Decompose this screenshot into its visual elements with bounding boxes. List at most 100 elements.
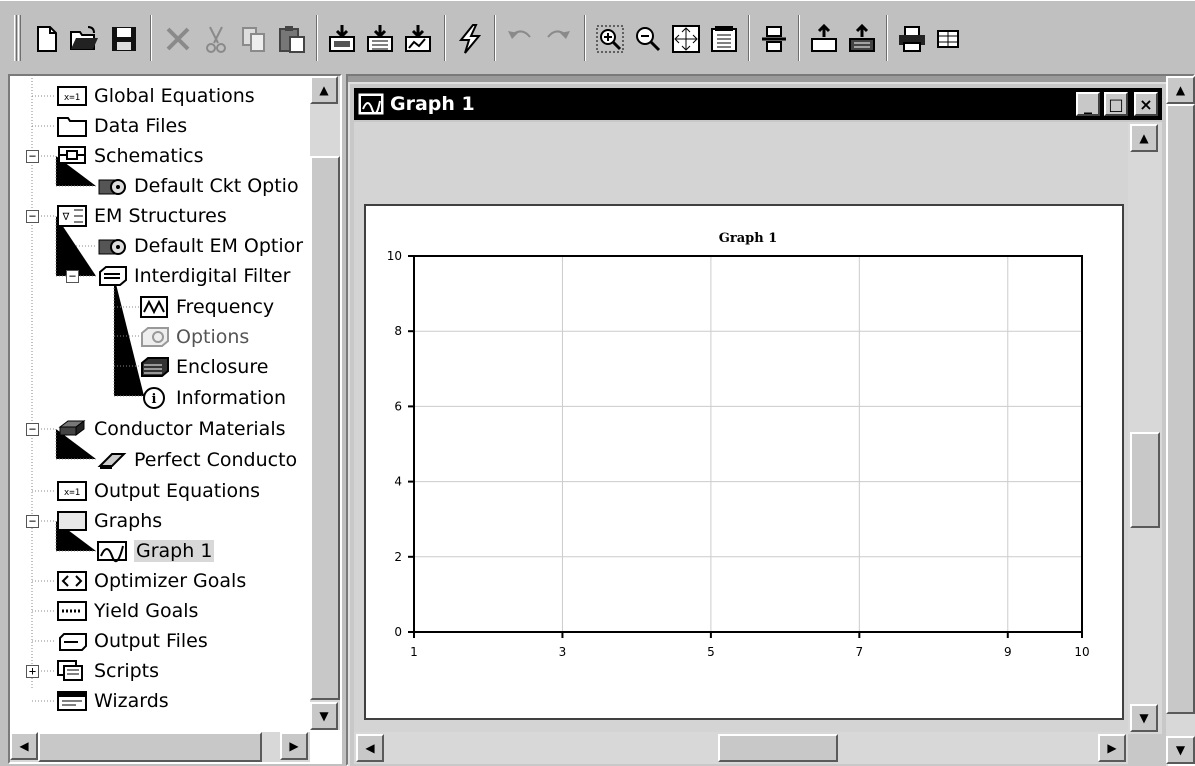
scroll-down-button[interactable]: ▼ (1130, 704, 1158, 732)
print-icon[interactable] (894, 21, 930, 57)
tree-item-graphs[interactable]: Graphs (56, 507, 162, 535)
tree-item-em-structures[interactable]: ∇ EM Structures (56, 202, 227, 230)
maximize-button[interactable]: □ (1104, 92, 1128, 116)
y-tick-label: 2 (394, 550, 402, 564)
open-icon[interactable] (66, 21, 102, 57)
scroll-up-button[interactable]: ▲ (1130, 124, 1158, 152)
graph-chart[interactable]: Graph 1 1 3 5 7 9 10 0 2 4 6 8 10 (366, 206, 1122, 718)
tree-item-data-files[interactable]: Data Files (56, 112, 187, 140)
em-structure-icon: ∇ (56, 204, 88, 228)
graph-horizontal-scrollbar[interactable]: ◀ ▶ (354, 732, 1128, 764)
tree-item-options[interactable]: Options (138, 323, 249, 351)
tree-item-graph-1[interactable]: Graph 1 (96, 537, 215, 565)
properties-icon[interactable] (706, 21, 742, 57)
layout-icon[interactable] (756, 21, 792, 57)
import-icon[interactable] (806, 21, 842, 57)
y-tick-label: 6 (394, 399, 402, 413)
zoom-area-icon[interactable] (592, 21, 628, 57)
tree-item-global-equations[interactable]: x=1 Global Equations (56, 82, 255, 110)
tree-item-conductor-materials[interactable]: Conductor Materials (56, 415, 286, 443)
tree-item-wizards[interactable]: Wizards (56, 687, 169, 715)
graph-window[interactable]: Graph 1 _ □ × Graph 1 1 3 5 7 9 10 0 2 4 6 8 10 ▲ ▼ … (348, 82, 1168, 766)
equations-icon: x=1 (56, 479, 88, 503)
tree-vertical-scrollbar[interactable]: ▲ ▼ (310, 76, 340, 730)
add-graph-icon[interactable] (400, 21, 436, 57)
x-tick-label: 7 (856, 645, 864, 659)
save-icon[interactable] (106, 21, 142, 57)
tree-item-enclosure[interactable]: Enclosure (138, 353, 268, 381)
scroll-thumb[interactable] (38, 732, 262, 762)
scroll-down-button[interactable]: ▼ (310, 702, 338, 730)
scroll-up-button[interactable]: ▲ (310, 76, 338, 104)
delete-icon[interactable] (160, 21, 196, 57)
toolbar-separator (748, 15, 750, 61)
info-icon: i (138, 386, 170, 410)
toolbar-separator (444, 15, 446, 61)
paste-icon[interactable] (274, 21, 310, 57)
svg-text:x=1: x=1 (64, 488, 80, 498)
toolbar-grip-2 (18, 15, 21, 61)
scroll-thumb[interactable] (1166, 104, 1195, 714)
scroll-thumb[interactable] (310, 156, 340, 700)
graph-window-icon (358, 93, 384, 115)
y-tick-label: 0 (394, 625, 402, 639)
tree-item-output-files[interactable]: Output Files (56, 627, 208, 655)
tree-item-information[interactable]: i Information (138, 384, 286, 412)
tree-item-output-equations[interactable]: x=1 Output Equations (56, 477, 260, 505)
window-titlebar[interactable]: Graph 1 _ □ × (354, 88, 1162, 120)
analyze-icon[interactable] (452, 21, 488, 57)
scroll-thumb[interactable] (718, 734, 838, 762)
new-icon[interactable] (28, 21, 64, 57)
zoom-out-icon[interactable] (630, 21, 666, 57)
redo-icon[interactable] (540, 21, 576, 57)
scroll-thumb[interactable] (1130, 432, 1160, 528)
workspace-vertical-scrollbar[interactable]: ▲ ▼ (1166, 76, 1195, 764)
chart-title: Graph 1 (719, 231, 778, 246)
scroll-up-button[interactable]: ▲ (1166, 76, 1195, 104)
graph-vertical-scrollbar[interactable]: ▲ ▼ (1128, 122, 1162, 734)
collapse-graphs[interactable]: − (26, 515, 39, 528)
graph-plot-frame[interactable]: Graph 1 1 3 5 7 9 10 0 2 4 6 8 10 (364, 204, 1124, 720)
project-tree[interactable]: − − − − − + x=1 Global Equations Data Fi… (8, 74, 342, 764)
view-all-icon[interactable] (668, 21, 704, 57)
minimize-button[interactable]: _ (1076, 92, 1100, 116)
export-icon[interactable] (844, 21, 880, 57)
tree-item-interdigital-filter[interactable]: Interdigital Filter (96, 262, 290, 290)
copy-icon[interactable] (236, 21, 272, 57)
cut-icon[interactable] (198, 21, 234, 57)
x-tick-label: 5 (707, 645, 715, 659)
undo-icon[interactable] (502, 21, 538, 57)
scroll-right-button[interactable]: ▶ (1098, 734, 1126, 762)
add-schematic-icon[interactable] (324, 21, 360, 57)
tree-item-scripts[interactable]: Scripts (56, 657, 159, 685)
x-tick-label: 1 (410, 645, 418, 659)
scroll-right-button[interactable]: ▶ (280, 732, 308, 760)
collapse-interdigital-filter[interactable]: − (66, 270, 79, 283)
expand-scripts[interactable]: + (26, 665, 39, 678)
tree-item-yield-goals[interactable]: Yield Goals (56, 597, 198, 625)
tree-item-optimizer-goals[interactable]: Optimizer Goals (56, 567, 246, 595)
scroll-left-button[interactable]: ◀ (356, 734, 384, 762)
options-icon (96, 174, 128, 198)
collapse-em-structures[interactable]: − (26, 210, 39, 223)
options-icon (138, 325, 170, 349)
add-em-structure-icon[interactable] (362, 21, 398, 57)
close-button[interactable]: × (1134, 92, 1158, 116)
scroll-down-button[interactable]: ▼ (1166, 736, 1195, 764)
tree-item-schematics[interactable]: Schematics (56, 142, 203, 170)
grid-icon[interactable] (930, 21, 966, 57)
tree-horizontal-scrollbar[interactable]: ◀ ▶ (10, 732, 310, 762)
collapse-conductor-materials[interactable]: − (26, 423, 39, 436)
scroll-left-button[interactable]: ◀ (10, 732, 38, 760)
tree-item-frequency[interactable]: Frequency (138, 293, 274, 321)
tree-item-perfect-conductor[interactable]: Perfect Conducto (96, 446, 297, 474)
toolbar-separator (798, 15, 800, 61)
tree-item-default-ckt-options[interactable]: Default Ckt Optio (96, 172, 299, 200)
app-window: − − − − − + x=1 Global Equations Data Fi… (0, 0, 1195, 766)
graphs-icon (56, 509, 88, 533)
y-tick-label: 10 (387, 249, 402, 263)
toolbar-grip[interactable] (14, 15, 17, 61)
collapse-schematics[interactable]: − (26, 150, 39, 163)
toolbar-separator (150, 15, 152, 61)
tree-item-default-em-options[interactable]: Default EM Optior (96, 232, 303, 260)
